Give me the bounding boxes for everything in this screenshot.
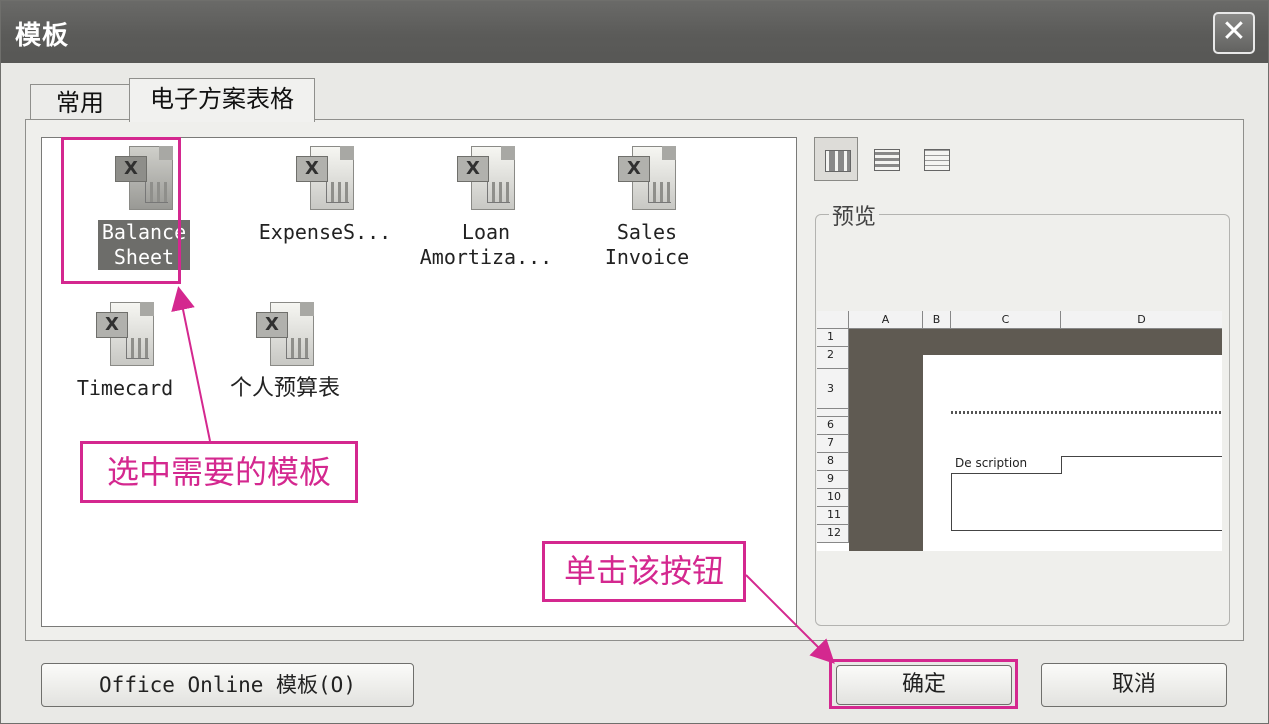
annotation-click-button: 单击该按钮 [542,541,746,602]
annotation-select-template: 选中需要的模板 [80,441,358,503]
arrow-to-selected-template [171,286,211,442]
arrow-to-ok-button [745,574,835,664]
tab-spreadsheet-solutions[interactable]: 电子方案表格 [129,78,315,122]
